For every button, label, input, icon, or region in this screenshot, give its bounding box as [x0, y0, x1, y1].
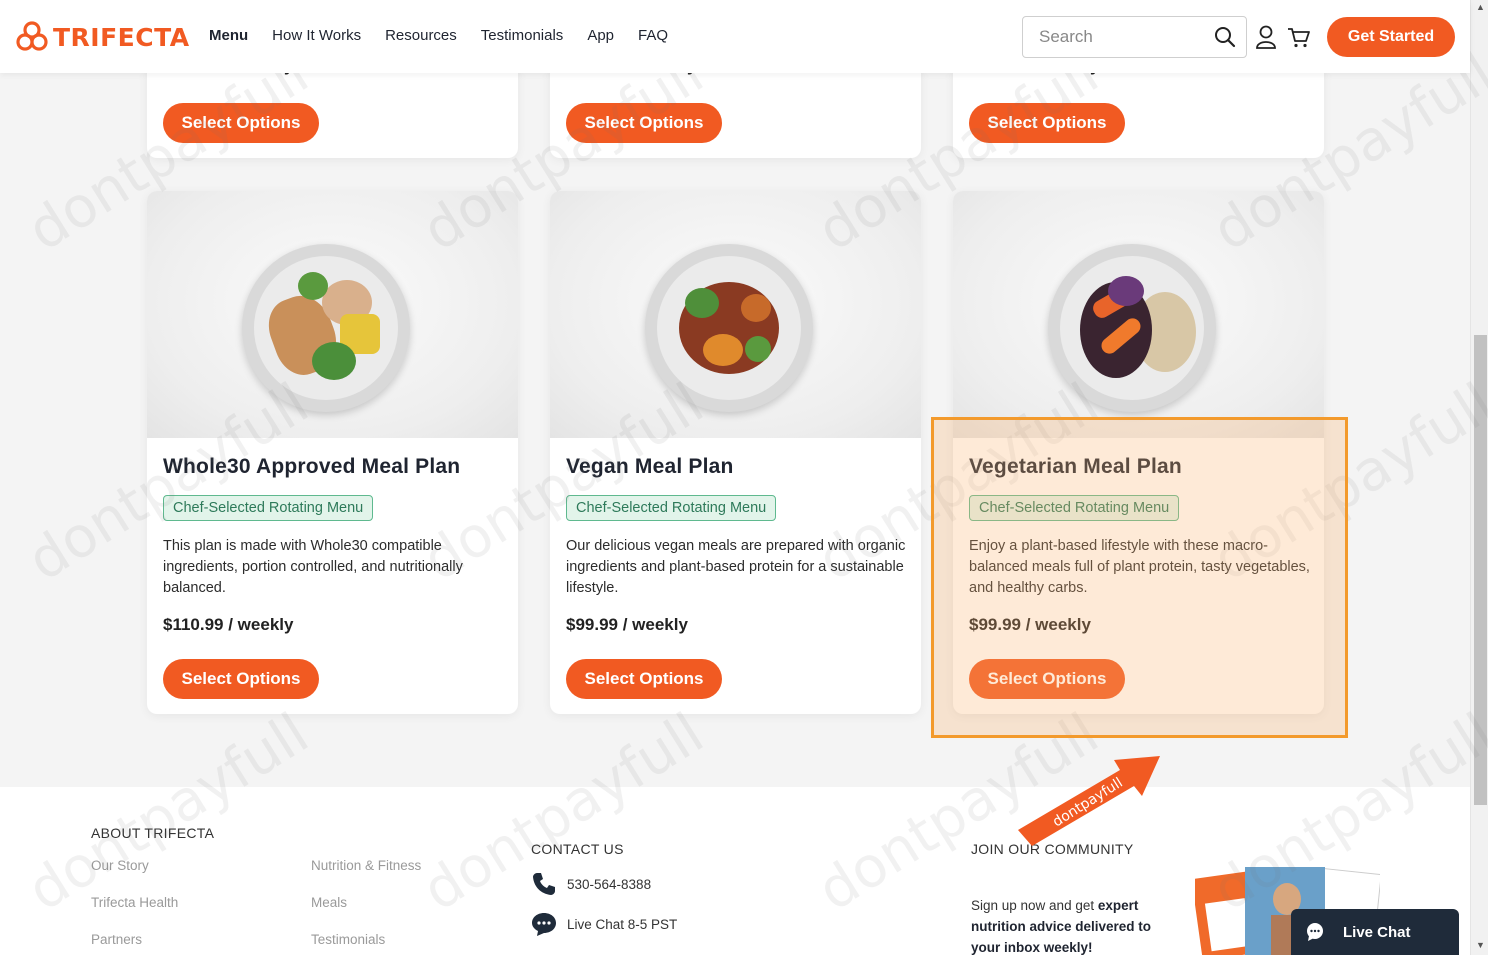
chat-hours: Live Chat 8-5 PST [567, 916, 678, 932]
nav-testimonials[interactable]: Testimonials [481, 27, 564, 44]
plan-title: Whole30 Approved Meal Plan [163, 455, 461, 478]
main-nav: Menu How It Works Resources Testimonials… [209, 27, 668, 44]
arrow-watermark-text: dontpayfull [1050, 775, 1126, 831]
nav-menu[interactable]: Menu [209, 27, 248, 44]
contact-phone[interactable]: 530-564-8388 [531, 871, 651, 897]
plate-image [242, 244, 410, 412]
select-options-button[interactable]: Select Options [566, 103, 722, 143]
live-chat-button[interactable]: Live Chat [1291, 909, 1459, 955]
trifecta-logo-icon [16, 21, 48, 51]
nav-faq[interactable]: FAQ [638, 27, 668, 44]
site-header: TRIFECTA Menu How It Works Resources Tes… [0, 0, 1470, 73]
meal-photo [550, 191, 921, 438]
nav-how-it-works[interactable]: How It Works [272, 27, 361, 44]
signup-text: Sign up now and get expert nutrition adv… [971, 895, 1171, 955]
plate-image [645, 244, 813, 412]
logo-text: TRIFECTA [53, 22, 190, 52]
plan-description: This plan is made with Whole30 compatibl… [163, 538, 463, 596]
get-started-button[interactable]: Get Started [1327, 17, 1455, 57]
menu-badge: Chef-Selected Rotating Menu [163, 495, 374, 521]
phone-number: 530-564-8388 [567, 876, 652, 892]
scroll-down-arrow-icon[interactable]: ▼ [1476, 940, 1485, 950]
plan-title: Vegan Meal Plan [566, 455, 734, 478]
coupon-arrow-banner: dontpayfull [1018, 756, 1160, 846]
phone-icon [533, 873, 555, 895]
plan-price: $99.99 / weekly [566, 615, 688, 634]
scroll-up-arrow-icon[interactable]: ▲ [1476, 2, 1485, 12]
contact-heading: CONTACT US [531, 841, 624, 857]
search-icon[interactable] [1214, 26, 1236, 48]
plan-price: $110.99 / weekly [163, 615, 294, 634]
page-scrollbar[interactable]: ▲ ▼ [1470, 0, 1488, 955]
search-input[interactable]: Search [1022, 16, 1247, 58]
signup-plain: Sign up now and get [971, 898, 1098, 913]
cart-icon[interactable] [1287, 27, 1311, 49]
chat-icon [1307, 923, 1323, 941]
account-icon[interactable] [1255, 24, 1277, 50]
live-chat-label: Live Chat [1343, 923, 1411, 941]
contact-live-chat[interactable]: Live Chat 8-5 PST [531, 911, 677, 937]
plan-card-whole30: Whole30 Approved Meal Plan Chef-Selected… [147, 191, 518, 714]
footer-link-partners[interactable]: Partners [91, 932, 142, 947]
select-options-button[interactable]: Select Options [163, 103, 319, 143]
footer-link-nutrition-fitness[interactable]: Nutrition & Fitness [311, 858, 421, 873]
nav-app[interactable]: App [587, 27, 614, 44]
site-footer: ABOUT TRIFECTA Our Story Trifecta Health… [0, 787, 1470, 955]
plan-description: Our delicious vegan meals are prepared w… [566, 538, 906, 596]
menu-badge: Chef-Selected Rotating Menu [566, 495, 777, 521]
search-placeholder: Search [1039, 27, 1093, 46]
footer-link-trifecta-health[interactable]: Trifecta Health [91, 895, 178, 910]
select-options-button[interactable]: Select Options [163, 659, 319, 699]
highlight-overlay [931, 417, 1348, 738]
chat-bubble-icon [532, 913, 556, 936]
scrollbar-thumb[interactable] [1474, 335, 1487, 805]
footer-link-testimonials[interactable]: Testimonials [311, 932, 385, 947]
plan-card-vegan: Vegan Meal Plan Chef-Selected Rotating M… [550, 191, 921, 714]
footer-link-meals[interactable]: Meals [311, 895, 347, 910]
footer-link-our-story[interactable]: Our Story [91, 858, 149, 873]
meal-photo [147, 191, 518, 438]
nav-resources[interactable]: Resources [385, 27, 457, 44]
trifecta-logo[interactable]: TRIFECTA [15, 20, 190, 54]
select-options-button[interactable]: Select Options [969, 103, 1125, 143]
select-options-button[interactable]: Select Options [566, 659, 722, 699]
meal-photo [953, 191, 1324, 438]
plate-image [1048, 244, 1216, 412]
about-heading: ABOUT TRIFECTA [91, 825, 215, 841]
